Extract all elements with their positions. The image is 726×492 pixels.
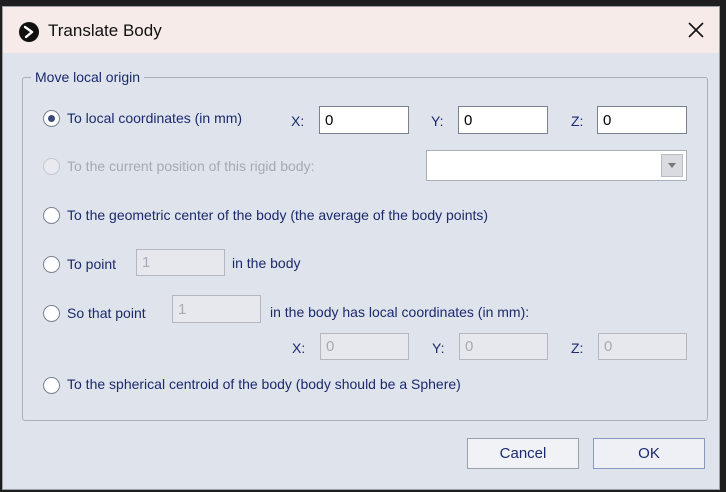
radio-spherical-centroid[interactable]	[43, 377, 60, 394]
so-that-y-input[interactable]	[459, 333, 548, 360]
radio-current-position	[43, 158, 60, 175]
so-that-z-input[interactable]	[598, 333, 687, 360]
spherical-centroid-label: To the spherical centroid of the body (b…	[67, 376, 461, 392]
ok-button[interactable]: OK	[593, 438, 705, 469]
geometric-center-label: To the geometric center of the body (the…	[67, 207, 489, 223]
to-point-input[interactable]	[136, 249, 225, 276]
z-label: Z:	[571, 113, 584, 129]
window-title: Translate Body	[48, 21, 162, 40]
so-that-point-input[interactable]	[172, 295, 261, 323]
radio-local-coordinates[interactable]	[43, 110, 60, 127]
so-that-y-label: Y:	[432, 340, 445, 356]
close-button[interactable]	[673, 7, 719, 53]
chevron-down-icon	[668, 163, 676, 168]
to-point-label: To point	[67, 256, 117, 272]
x-label: X:	[291, 113, 305, 129]
radio-to-point[interactable]	[43, 256, 60, 273]
so-that-point-suffix: in the body has local coordinates (in mm…	[270, 304, 530, 320]
to-point-suffix: in the body	[232, 255, 301, 271]
cancel-button[interactable]: Cancel	[467, 438, 579, 469]
so-that-point-label: So that point	[67, 305, 146, 321]
radio-so-that-point[interactable]	[43, 305, 60, 322]
so-that-z-label: Z:	[571, 340, 584, 356]
title-bar: Translate Body	[3, 7, 719, 53]
current-position-label: To the current position of this rigid bo…	[67, 158, 315, 174]
local-y-input[interactable]	[458, 106, 548, 134]
y-label: Y:	[431, 113, 444, 129]
so-that-x-label: X:	[292, 340, 306, 356]
dropdown-button[interactable]	[661, 154, 683, 177]
close-icon	[688, 22, 704, 38]
radio-geometric-center[interactable]	[43, 207, 60, 224]
app-logo-icon	[19, 22, 39, 42]
local-z-input[interactable]	[597, 106, 687, 134]
local-x-input[interactable]	[319, 106, 409, 134]
so-that-x-input[interactable]	[320, 333, 409, 360]
local-coordinates-label: To local coordinates (in mm)	[67, 110, 243, 126]
rigid-body-select[interactable]	[426, 150, 687, 181]
group-legend: Move local origin	[31, 69, 145, 85]
